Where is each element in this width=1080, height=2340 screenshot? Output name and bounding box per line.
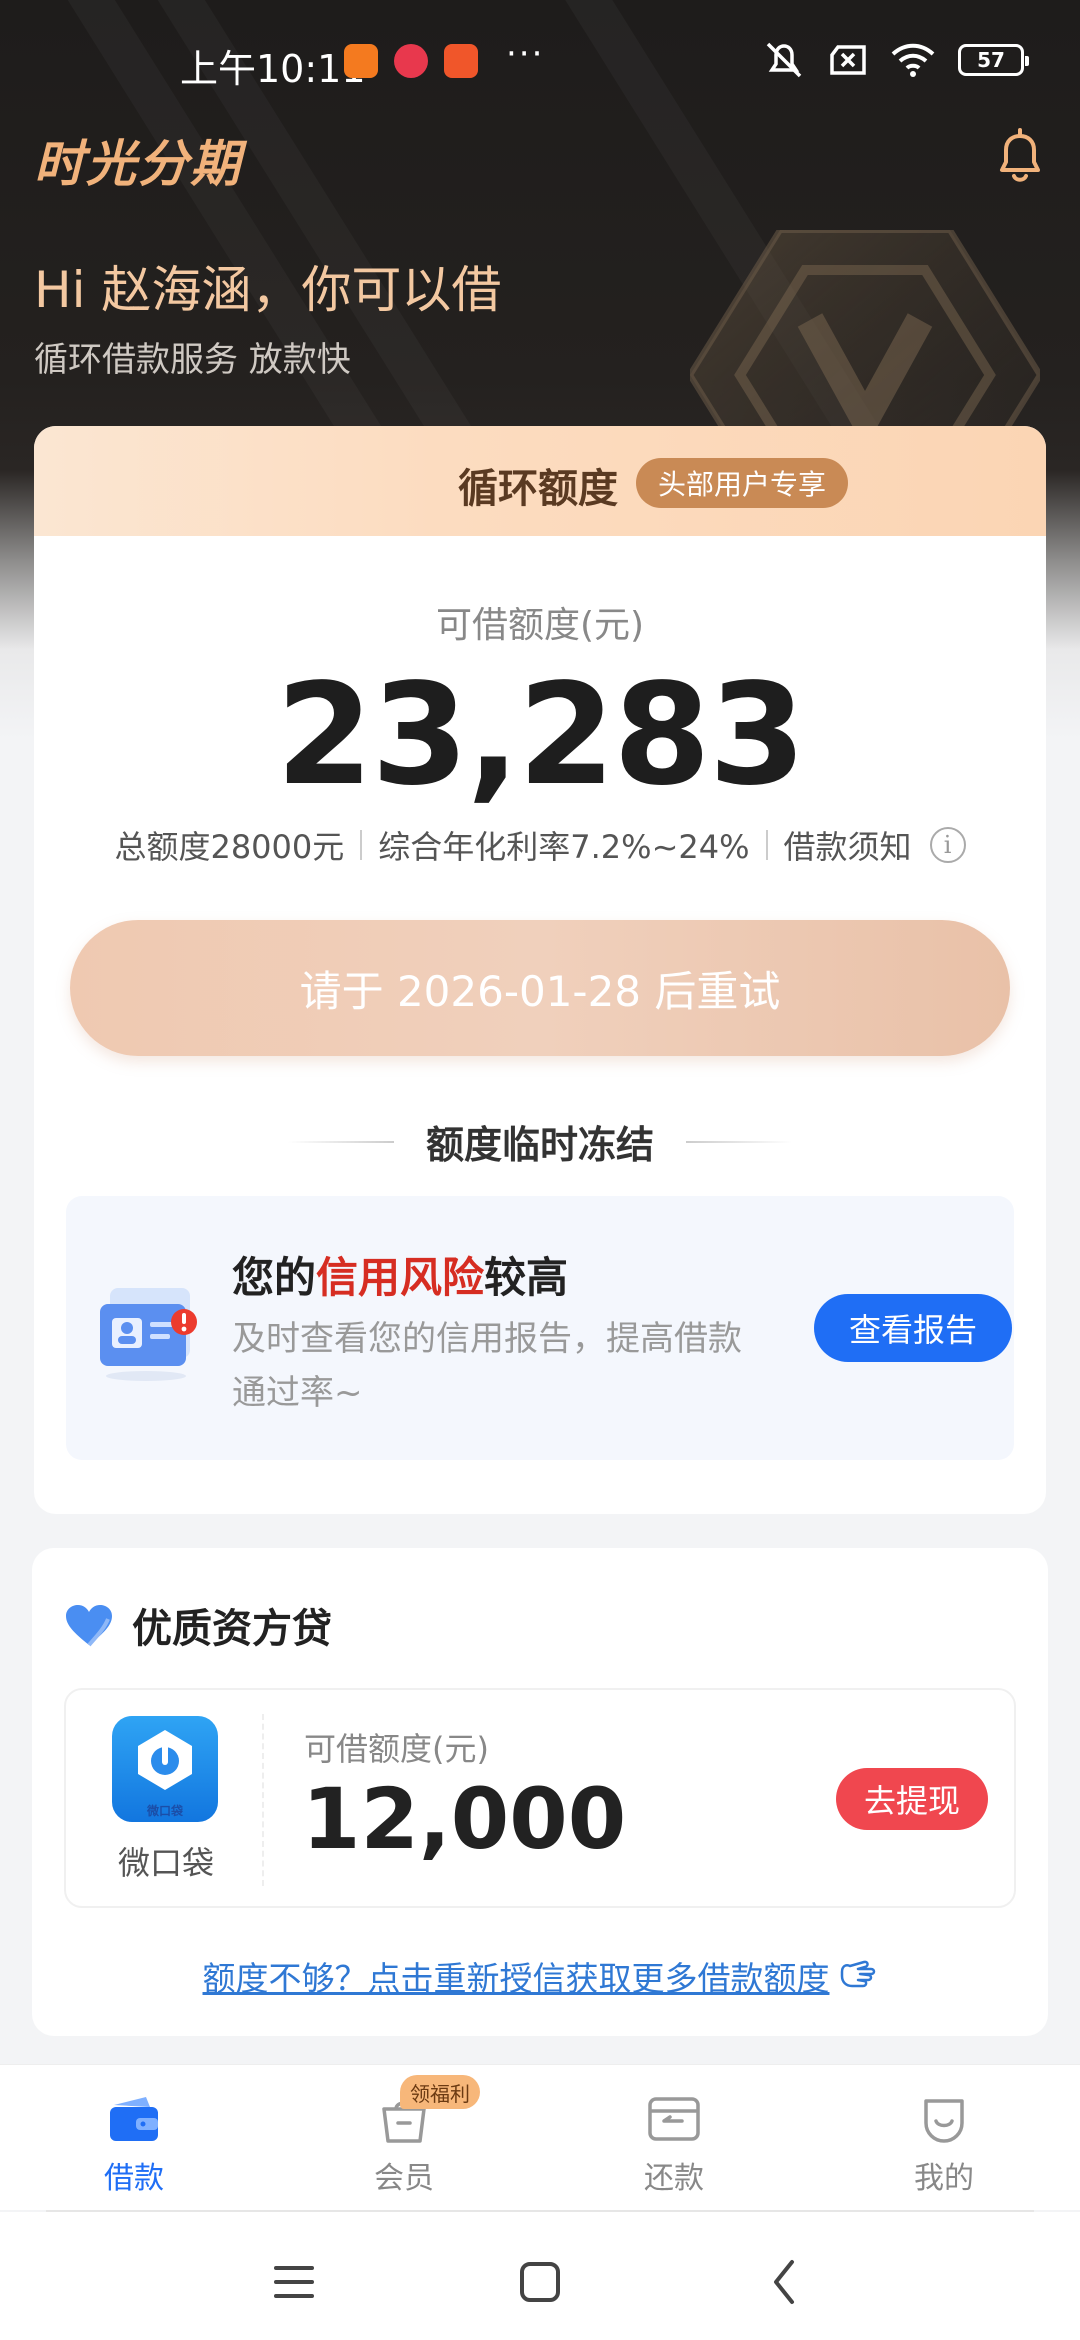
profile-smile-icon <box>924 2099 964 2143</box>
risk-title-suffix: 较高 <box>484 1253 569 1302</box>
credit-risk-box: 您的信用风险较高 及时查看您的信用报告，提高借款通过率~ 查看报告 <box>66 1196 1014 1460</box>
credit-limit-card: 循环额度 头部用户专享 可借额度(元) 23,283 总额度28000元 综合年… <box>34 426 1046 1514</box>
weikoudai-logo-text: 微口袋 <box>146 1804 183 1818</box>
divider <box>686 1140 792 1143</box>
lender-available-amount: 12,000 <box>302 1770 627 1868</box>
nav-label: 会员 <box>374 2161 434 2196</box>
home-icon[interactable] <box>512 2254 568 2310</box>
divider <box>287 1140 394 1143</box>
risk-description: 及时查看您的信用报告，提高借款通过率~ <box>232 1319 742 1413</box>
bottom-navigation: 借款 领福利 会员 还款 我的 <box>0 2064 1080 2210</box>
heart-icon <box>66 1605 112 1647</box>
menu-icon[interactable] <box>266 2254 322 2310</box>
freeze-section-header: 额度临时冻结 <box>34 1114 1046 1169</box>
available-amount: 23,283 <box>275 654 806 817</box>
premium-lender-card: 优质资方贷 微口袋 微口袋 可借额度(元) 12,000 去提现 额度不够？点击… <box>32 1548 1048 2036</box>
credit-report-icon <box>100 1288 197 1381</box>
mute-icon <box>766 42 802 78</box>
reauthorize-link[interactable]: 额度不够？点击重新授信获取更多借款额度 <box>32 1952 1048 2000</box>
sim-off-icon <box>830 45 866 75</box>
freeze-title: 额度临时冻结 <box>425 1123 654 1167</box>
credit-meta-row: 总额度28000元 综合年化利率7.2%~24% 借款须知 i <box>34 822 1046 868</box>
greeting-text: Hi 赵海涵，你可以借 <box>34 261 502 319</box>
status-bar: 上午10:11 ··· 57 <box>0 0 1080 120</box>
lender-section-title: 优质资方贷 <box>132 1606 332 1652</box>
back-icon[interactable] <box>758 2254 814 2310</box>
benefits-badge: 领福利 <box>400 2075 480 2109</box>
nav-label: 借款 <box>104 2161 164 2196</box>
banner-title: 循环额度 <box>458 466 618 512</box>
video-app-icon <box>444 44 478 78</box>
lender-item-weikoudai[interactable]: 微口袋 微口袋 可借额度(元) 12,000 去提现 <box>64 1688 1016 1908</box>
risk-title-prefix: 您的 <box>232 1253 317 1302</box>
weikoudai-logo-icon <box>138 1730 192 1790</box>
total-limit: 总额度28000元 <box>114 828 345 866</box>
system-navigation-bar <box>0 2212 1080 2340</box>
interest-rate: 综合年化利率7.2%~24% <box>378 828 750 866</box>
record-app-icon <box>394 44 428 78</box>
divider <box>360 830 363 860</box>
reauthorize-link-text[interactable]: 额度不够？点击重新授信获取更多借款额度 <box>203 1959 830 1998</box>
view-report-button[interactable]: 查看报告 <box>814 1294 1012 1362</box>
withdraw-button[interactable]: 去提现 <box>836 1768 988 1830</box>
notification-bell-icon[interactable] <box>994 128 1046 184</box>
available-label: 可借额度(元) <box>435 605 645 646</box>
nav-item-member[interactable]: 领福利 会员 <box>334 2065 480 2211</box>
greeting-subtitle: 循环借款服务 放款快 <box>34 340 351 380</box>
wallet-icon <box>110 2097 158 2141</box>
status-time: 上午10:11 <box>180 47 366 91</box>
divider <box>765 830 768 860</box>
lender-name: 微口袋 <box>117 1844 214 1882</box>
info-icon[interactable]: i <box>929 827 966 863</box>
risk-title-highlight: 信用风险 <box>316 1253 485 1302</box>
lender-section-header: 优质资方贷 <box>64 1596 332 1654</box>
divider <box>262 1714 264 1886</box>
nav-label: 还款 <box>644 2161 704 2196</box>
xiaomi-app-icon <box>344 44 378 78</box>
nav-item-loan[interactable]: 借款 <box>64 2065 204 2211</box>
more-notifications-icon: ··· <box>506 34 545 74</box>
card-banner: 循环额度 头部用户专享 <box>34 426 1046 536</box>
nav-item-repay[interactable]: 还款 <box>604 2065 744 2211</box>
weikoudai-logo: 微口袋 <box>112 1716 218 1822</box>
loan-notice-link[interactable]: 借款须知 <box>784 822 912 868</box>
risk-title: 您的信用风险较高 <box>232 1244 568 1305</box>
retry-button[interactable]: 请于 2026-01-28 后重试 <box>70 920 1010 1056</box>
vip-badge: 头部用户专享 <box>636 458 849 508</box>
brand-logo: 时光分期 <box>34 135 242 193</box>
nav-item-mine[interactable]: 我的 <box>874 2065 1014 2211</box>
wifi-icon <box>891 43 935 77</box>
battery-indicator: 57 <box>958 44 1029 76</box>
nav-label: 我的 <box>914 2161 974 2196</box>
lender-available-label: 可借额度(元) <box>304 1730 489 1768</box>
pointing-hand-icon <box>838 1958 878 1998</box>
repay-card-icon <box>648 2097 700 2141</box>
